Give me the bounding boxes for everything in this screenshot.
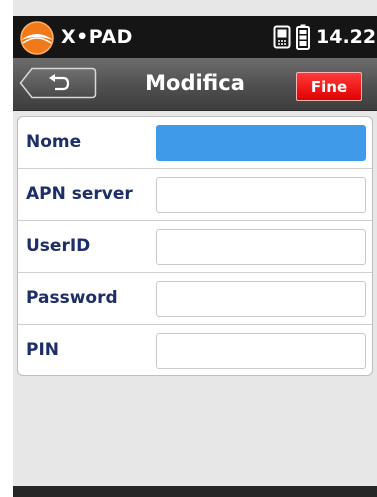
field-label: Nome (26, 132, 82, 152)
field-label: PIN (26, 340, 60, 360)
status-bar: X•PAD 14.22 (13, 16, 377, 58)
form-row-nome: Nome (18, 117, 372, 169)
device-screen: X•PAD 14.22 Modifica Fine Nome APN serve… (13, 0, 377, 497)
nome-input[interactable] (156, 125, 366, 161)
phone-icon (273, 25, 291, 49)
apn-server-input[interactable] (156, 177, 366, 213)
bottom-bar (13, 486, 377, 497)
xpad-logo-icon (20, 21, 54, 55)
field-label: Password (26, 288, 118, 308)
password-input[interactable] (156, 281, 366, 317)
settings-form: Nome APN server UserID Password PIN (17, 116, 373, 376)
userid-input[interactable] (156, 229, 366, 265)
form-row-password: Password (18, 273, 372, 325)
brand-name: X•PAD (61, 26, 133, 48)
title-bar: Modifica Fine (13, 58, 377, 111)
field-label: APN server (26, 184, 133, 204)
form-row-userid: UserID (18, 221, 372, 273)
battery-icon (296, 24, 310, 50)
field-label: UserID (26, 236, 91, 256)
form-row-apn-server: APN server (18, 169, 372, 221)
pin-input[interactable] (156, 333, 366, 369)
clock: 14.22 (316, 26, 377, 48)
form-row-pin: PIN (18, 325, 372, 375)
done-button[interactable]: Fine (296, 72, 362, 101)
